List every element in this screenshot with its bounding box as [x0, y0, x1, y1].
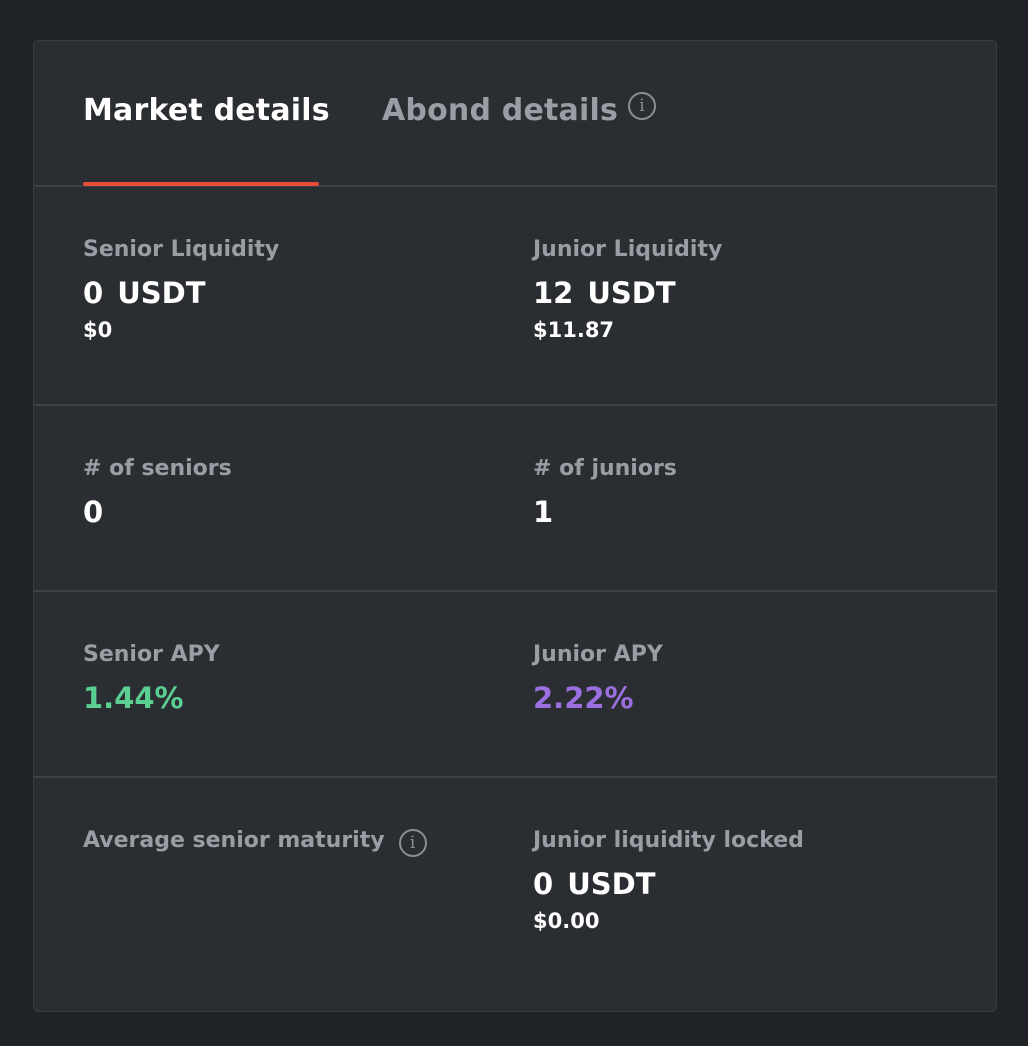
- active-tab-indicator: [83, 182, 319, 186]
- tab-abond-details[interactable]: Abond details: [382, 93, 618, 128]
- junior-liquidity-unit: USDT: [587, 276, 676, 310]
- counts-row: # of seniors 0 # of juniors 1: [34, 406, 996, 592]
- senior-liquidity-amount: 0: [83, 276, 104, 310]
- maturity-row: Average senior maturity i Junior liquidit…: [34, 778, 996, 1012]
- market-details-card: Market details Abond details i Senior Li…: [33, 40, 997, 1012]
- senior-liquidity-value: 0 USDT: [83, 276, 279, 310]
- junior-liquidity-locked-unit: USDT: [567, 867, 656, 901]
- info-icon[interactable]: i: [628, 92, 656, 120]
- senior-liquidity-unit: USDT: [117, 276, 206, 310]
- tab-bar: Market details Abond details i: [34, 41, 996, 187]
- junior-liquidity-locked: Junior liquidity locked 0 USDT $0.00: [533, 828, 804, 933]
- average-senior-maturity-label: Average senior maturity: [83, 828, 385, 853]
- junior-apy: Junior APY 2.22%: [533, 642, 663, 715]
- seniors-count-value: 0: [83, 495, 104, 529]
- senior-liquidity-usd: $0: [83, 318, 113, 342]
- juniors-count-value: 1: [533, 495, 554, 529]
- senior-apy-value: 1.44%: [83, 681, 184, 715]
- junior-liquidity-locked-label: Junior liquidity locked: [533, 828, 804, 853]
- seniors-count: # of seniors 0: [83, 456, 232, 529]
- junior-liquidity-locked-value: 0 USDT: [533, 867, 804, 901]
- senior-liquidity-label: Senior Liquidity: [83, 237, 280, 262]
- apy-row: Senior APY 1.44% Junior APY 2.22%: [34, 592, 996, 778]
- senior-apy: Senior APY 1.44%: [83, 642, 220, 715]
- junior-liquidity-value: 12 USDT: [533, 276, 722, 310]
- junior-liquidity-locked-usd: $0.00: [533, 909, 600, 933]
- maturity-info-icon[interactable]: i: [398, 828, 427, 857]
- juniors-count: # of juniors 1: [533, 456, 677, 529]
- seniors-count-label: # of seniors: [83, 456, 232, 481]
- senior-apy-label: Senior APY: [83, 642, 220, 667]
- junior-liquidity-locked-amount: 0: [533, 867, 554, 901]
- junior-liquidity: Junior Liquidity 12 USDT $11.87: [533, 237, 722, 342]
- liquidity-row: Senior Liquidity 0 USDT $0 Junior Liquidi…: [34, 187, 996, 406]
- junior-liquidity-label: Junior Liquidity: [533, 237, 723, 262]
- junior-liquidity-usd: $11.87: [533, 318, 615, 342]
- tab-market-details[interactable]: Market details: [83, 93, 330, 128]
- average-senior-maturity: Average senior maturity i: [83, 828, 427, 857]
- junior-liquidity-amount: 12: [533, 276, 574, 310]
- juniors-count-label: # of juniors: [533, 456, 677, 481]
- junior-apy-label: Junior APY: [533, 642, 663, 667]
- junior-apy-value: 2.22%: [533, 681, 634, 715]
- senior-liquidity: Senior Liquidity 0 USDT $0: [83, 237, 279, 342]
